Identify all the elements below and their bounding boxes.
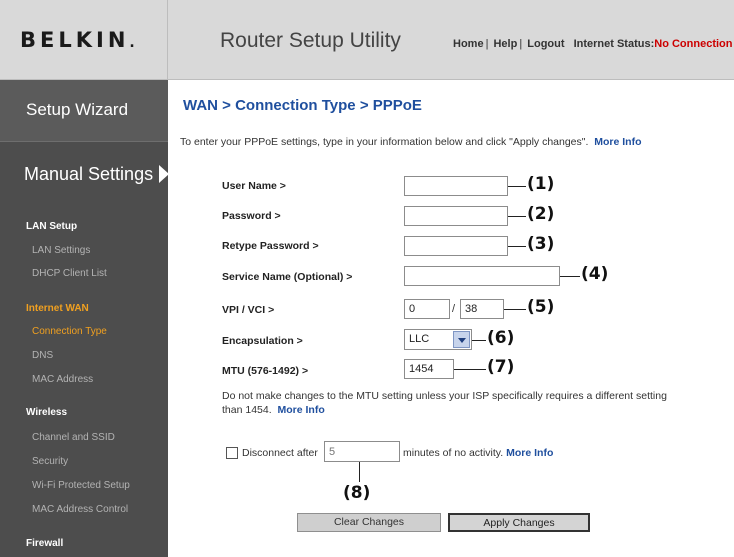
- callout-8: (8): [343, 483, 371, 503]
- password-label: Password >: [222, 210, 281, 222]
- password-input[interactable]: [404, 206, 508, 226]
- callout-3: (3): [527, 234, 555, 254]
- mtu-label: MTU (576-1492) >: [222, 365, 309, 377]
- intro-text: To enter your PPPoE settings, type in yo…: [180, 136, 642, 148]
- sidebar-section-internet-wan[interactable]: Internet WAN: [26, 303, 89, 314]
- apply-changes-button[interactable]: Apply Changes: [448, 513, 590, 532]
- service-name-label: Service Name (Optional) >: [222, 271, 353, 283]
- mtu-input[interactable]: [404, 359, 454, 379]
- sidebar-section-wireless[interactable]: Wireless: [26, 407, 67, 418]
- user-name-label: User Name >: [222, 180, 286, 192]
- internet-status-label: Internet Status:: [573, 38, 655, 50]
- page-title: WAN > Connection Type > PPPoE: [183, 97, 422, 114]
- user-name-input[interactable]: [404, 176, 508, 196]
- manual-settings-label: Manual Settings: [24, 164, 154, 184]
- sidebar-item-wifi-protected-setup[interactable]: Wi-Fi Protected Setup: [32, 480, 130, 491]
- arrow-right-icon: [159, 165, 170, 183]
- header-links: Home | Help | Logout Internet Status:No Co…: [453, 38, 732, 50]
- app-title: Router Setup Utility: [220, 29, 401, 52]
- clear-changes-button[interactable]: Clear Changes: [297, 513, 441, 532]
- sidebar-item-lan-settings[interactable]: LAN Settings: [32, 245, 90, 256]
- encapsulation-value: LLC: [409, 333, 430, 345]
- callout-line: [508, 246, 526, 247]
- callout-line: [508, 216, 526, 217]
- mtu-more-info-link[interactable]: More Info: [277, 404, 324, 416]
- callout-line: [504, 309, 526, 310]
- help-link[interactable]: Help: [493, 38, 517, 50]
- sidebar-section-firewall[interactable]: Firewall: [26, 538, 63, 549]
- disconnect-label: Disconnect after: [242, 447, 318, 459]
- home-link[interactable]: Home: [453, 38, 484, 50]
- encapsulation-label: Encapsulation >: [222, 335, 303, 347]
- vpi-input[interactable]: [404, 299, 450, 319]
- disconnect-suffix: minutes of no activity. More Info: [403, 447, 553, 459]
- callout-line: [508, 186, 526, 187]
- retype-password-input[interactable]: [404, 236, 508, 256]
- service-name-input[interactable]: [404, 266, 560, 286]
- sidebar-item-channel-and-ssid[interactable]: Channel and SSID: [32, 432, 115, 443]
- link-separator: |: [485, 38, 489, 50]
- intro-sentence: To enter your PPPoE settings, type in yo…: [180, 136, 589, 148]
- sidebar-item-security[interactable]: Security: [32, 456, 68, 467]
- encapsulation-select[interactable]: LLC: [404, 329, 472, 350]
- callout-6: (6): [487, 328, 515, 348]
- sidebar-item-connection-type[interactable]: Connection Type: [32, 326, 107, 337]
- callout-4: (4): [581, 264, 609, 284]
- disconnect-more-info-link[interactable]: More Info: [506, 447, 553, 459]
- header: BELKIN. Router Setup Utility Home | Help |…: [0, 0, 734, 80]
- sidebar: Setup Wizard Manual Settings LAN Setup L…: [0, 80, 170, 557]
- callout-7: (7): [487, 357, 515, 377]
- mtu-note: Do not make changes to the MTU setting u…: [222, 389, 672, 417]
- more-info-link[interactable]: More Info: [594, 136, 641, 148]
- disconnect-minutes-input[interactable]: [324, 441, 400, 462]
- retype-password-label: Retype Password >: [222, 240, 319, 252]
- belkin-logo[interactable]: BELKIN.: [20, 28, 135, 52]
- vpi-vci-separator: /: [452, 303, 456, 315]
- vci-input[interactable]: [460, 299, 504, 319]
- setup-wizard-button[interactable]: Setup Wizard: [0, 80, 168, 142]
- link-separator: |: [519, 38, 523, 50]
- manual-settings-heading[interactable]: Manual Settings: [24, 164, 170, 185]
- callout-1: (1): [527, 174, 555, 194]
- chevron-down-icon[interactable]: [453, 331, 470, 348]
- logo-area: BELKIN.: [0, 0, 168, 80]
- sidebar-item-mac-address-control[interactable]: MAC Address Control: [32, 504, 128, 515]
- callout-line: [560, 276, 580, 277]
- disconnect-suffix-text: minutes of no activity.: [403, 447, 504, 459]
- sidebar-item-mac-address[interactable]: MAC Address: [32, 374, 93, 385]
- sidebar-section-lan-setup[interactable]: LAN Setup: [26, 221, 77, 232]
- sidebar-item-dns[interactable]: DNS: [32, 350, 53, 361]
- setup-wizard-label: Setup Wizard: [26, 100, 129, 119]
- callout-line: [472, 340, 486, 341]
- callout-line: [454, 369, 486, 370]
- internet-status-value: No Connection: [654, 38, 733, 50]
- logo-mark: .: [129, 35, 135, 51]
- disconnect-checkbox[interactable]: [226, 447, 238, 459]
- logo-text: BELKIN: [20, 28, 130, 52]
- vpi-vci-label: VPI / VCI >: [222, 304, 275, 316]
- logout-link[interactable]: Logout: [527, 38, 564, 50]
- callout-5: (5): [527, 297, 555, 317]
- callout-2: (2): [527, 204, 555, 224]
- callout-line: [359, 462, 360, 482]
- sidebar-item-dhcp-client-list[interactable]: DHCP Client List: [32, 268, 107, 279]
